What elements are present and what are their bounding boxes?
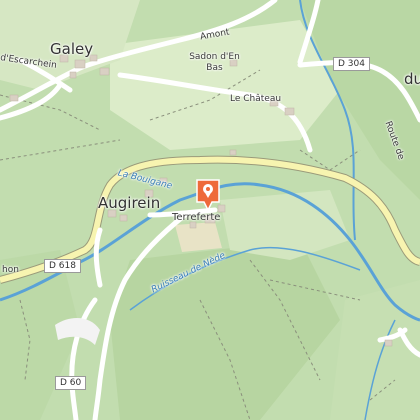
- place-label-du: du: [404, 70, 420, 88]
- place-label-le-chateau: Le Château: [230, 94, 282, 104]
- road-shield-d304: D 304: [333, 57, 370, 71]
- place-label-sadon: Sadon d'En Bas: [189, 52, 240, 73]
- place-label-galey: Galey: [50, 40, 94, 58]
- place-label-augirein: Augirein: [98, 194, 161, 212]
- place-label-terreferte: Terreferte: [172, 212, 221, 223]
- field-area: [175, 222, 222, 252]
- road-shield-d618: D 618: [44, 259, 81, 273]
- road-label-hon: hon: [2, 265, 19, 275]
- location-pin-icon[interactable]: [195, 178, 221, 212]
- road-shield-d60: D 60: [55, 376, 87, 390]
- map-view[interactable]: Galey Augirein Terreferte Sadon d'En Bas…: [0, 0, 420, 420]
